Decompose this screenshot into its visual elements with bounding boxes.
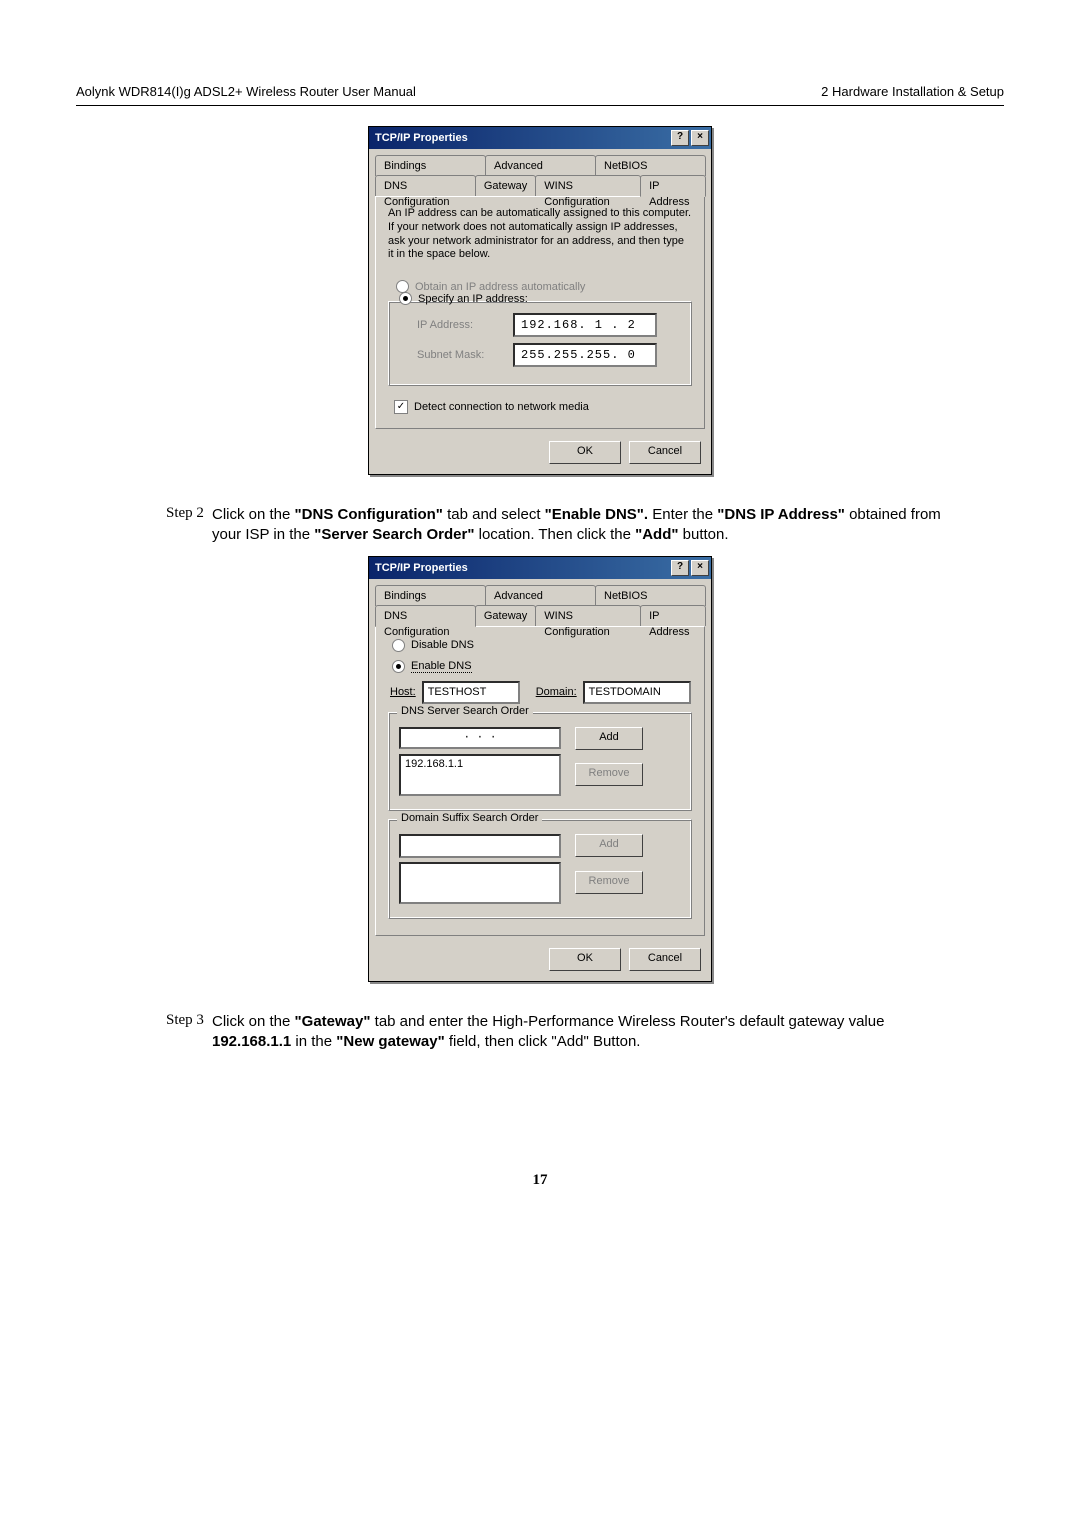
cancel-button[interactable]: Cancel — [629, 441, 701, 464]
radio-icon — [396, 280, 409, 293]
checkbox-icon: ✓ — [394, 400, 408, 414]
tab-wins-configuration[interactable]: WINS Configuration — [535, 175, 641, 196]
tab-dns-configuration[interactable]: DNS Configuration — [375, 605, 476, 627]
ip-address-input[interactable]: 192.168. 1 . 2 — [513, 313, 657, 337]
detect-connection-label: Detect connection to network media — [414, 401, 589, 413]
tab-ip-address[interactable]: IP Address — [640, 605, 706, 626]
tcpip-dialog-ip: TCP/IP Properties ? × Bindings Advanced … — [368, 126, 712, 475]
dns-remove-button[interactable]: Remove — [575, 763, 643, 786]
radio-enable-dns[interactable]: Enable DNS — [392, 660, 698, 673]
radio-enable-dns-label: Enable DNS — [411, 660, 472, 673]
dialog-title: TCP/IP Properties — [375, 562, 468, 574]
dns-search-order-label: DNS Server Search Order — [397, 705, 533, 717]
tab-wins-configuration[interactable]: WINS Configuration — [535, 605, 641, 626]
tab-netbios[interactable]: NetBIOS — [595, 155, 706, 176]
cancel-button[interactable]: Cancel — [629, 948, 701, 971]
radio-icon — [399, 292, 412, 305]
radio-icon — [392, 660, 405, 673]
step2-text: Click on the "DNS Configuration" tab and… — [212, 505, 966, 546]
help-button[interactable]: ? — [671, 560, 689, 576]
tab-advanced[interactable]: Advanced — [485, 155, 596, 176]
domain-suffix-order-label: Domain Suffix Search Order — [397, 812, 542, 824]
detect-connection-checkbox[interactable]: ✓ Detect connection to network media — [394, 400, 692, 414]
host-label: Host: — [390, 686, 416, 698]
step2-tag: Step 2 — [166, 505, 212, 546]
tab-netbios[interactable]: NetBIOS — [595, 585, 706, 606]
radio-obtain-auto-label: Obtain an IP address automatically — [415, 281, 585, 293]
dns-server-list[interactable]: 192.168.1.1 — [399, 754, 561, 796]
suffix-add-button[interactable]: Add — [575, 834, 643, 857]
radio-disable-dns[interactable]: Disable DNS — [392, 639, 698, 652]
titlebar: TCP/IP Properties ? × — [369, 127, 711, 149]
radio-icon — [392, 639, 405, 652]
step3-tag: Step 3 — [166, 1012, 212, 1053]
help-button[interactable]: ? — [671, 130, 689, 146]
tab-ip-address[interactable]: IP Address — [640, 175, 706, 197]
suffix-input[interactable] — [399, 834, 561, 858]
ip-description: An IP address can be automatically assig… — [388, 207, 692, 262]
close-button[interactable]: × — [691, 560, 709, 576]
suffix-remove-button[interactable]: Remove — [575, 871, 643, 894]
radio-specify-ip-label: Specify an IP address: — [418, 293, 528, 305]
tcpip-dialog-dns: TCP/IP Properties ? × Bindings Advanced … — [368, 556, 712, 982]
subnet-mask-input[interactable]: 255.255.255. 0 — [513, 343, 657, 367]
dns-ip-entry[interactable]: · · · — [399, 727, 561, 749]
ip-address-label: IP Address: — [417, 319, 513, 331]
domain-input[interactable]: TESTDOMAIN — [583, 681, 691, 704]
suffix-list[interactable] — [399, 862, 561, 904]
radio-specify-ip[interactable]: Specify an IP address: — [399, 292, 681, 305]
titlebar: TCP/IP Properties ? × — [369, 557, 711, 579]
dns-add-button[interactable]: Add — [575, 727, 643, 750]
tab-dns-configuration[interactable]: DNS Configuration — [375, 175, 476, 196]
tab-bindings[interactable]: Bindings — [375, 585, 486, 606]
header-left: Aolynk WDR814(I)g ADSL2+ Wireless Router… — [76, 84, 416, 99]
radio-disable-dns-label: Disable DNS — [411, 639, 474, 651]
ok-button[interactable]: OK — [549, 441, 621, 464]
page-number: 17 — [76, 1172, 1004, 1189]
host-input[interactable]: TESTHOST — [422, 681, 520, 704]
close-button[interactable]: × — [691, 130, 709, 146]
tab-bindings[interactable]: Bindings — [375, 155, 486, 176]
tab-gateway[interactable]: Gateway — [475, 175, 536, 196]
domain-label: Domain: — [536, 686, 577, 698]
dialog-title: TCP/IP Properties — [375, 132, 468, 144]
step3-text: Click on the "Gateway" tab and enter the… — [212, 1012, 966, 1053]
tab-gateway[interactable]: Gateway — [475, 605, 536, 626]
ok-button[interactable]: OK — [549, 948, 621, 971]
subnet-mask-label: Subnet Mask: — [417, 349, 513, 361]
header-right: 2 Hardware Installation & Setup — [821, 84, 1004, 99]
tab-advanced[interactable]: Advanced — [485, 585, 596, 606]
